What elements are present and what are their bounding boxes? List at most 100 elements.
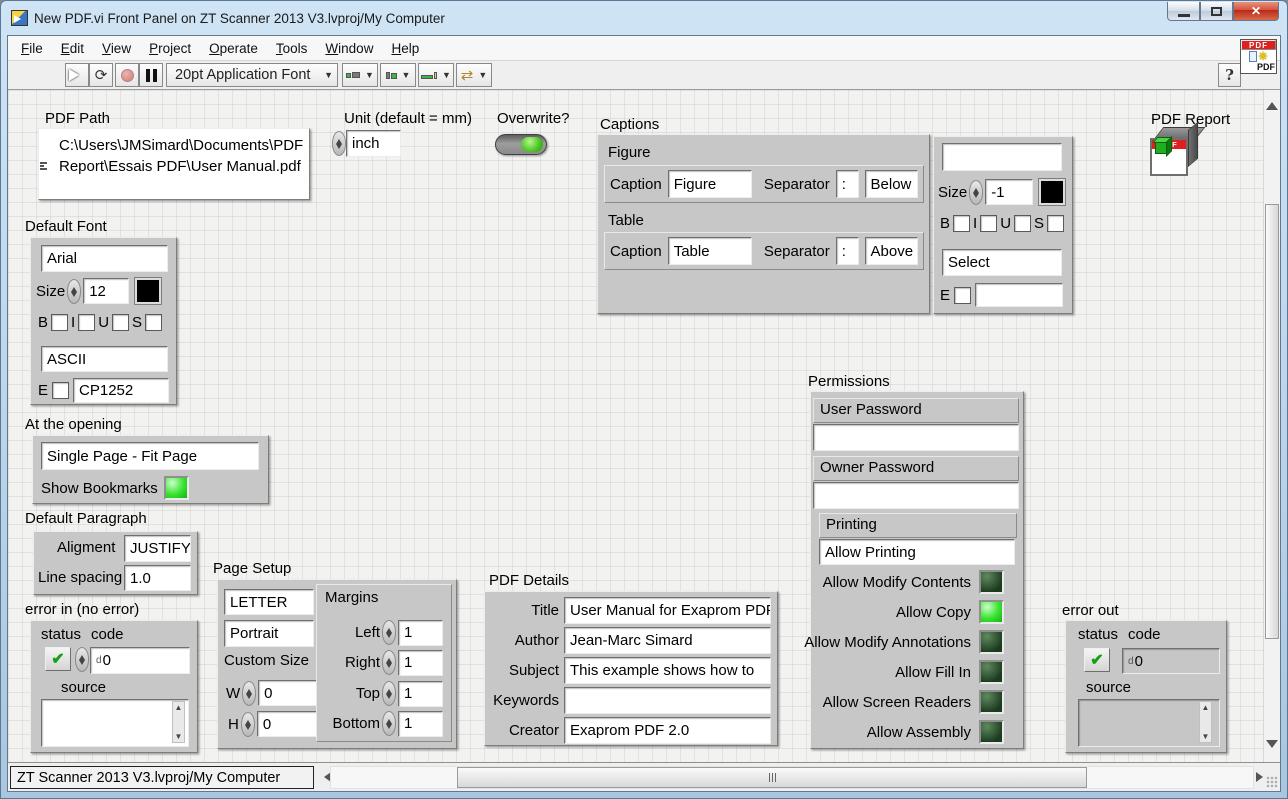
- caption-font-select-dropdown[interactable]: Select: [942, 249, 1062, 276]
- resize-grip[interactable]: [1266, 776, 1278, 788]
- caption-font-size-spinner[interactable]: [969, 180, 983, 205]
- vertical-scrollbar[interactable]: [1263, 90, 1280, 762]
- minimize-button[interactable]: [1167, 2, 1200, 21]
- close-button[interactable]: ✕: [1233, 2, 1279, 21]
- margin-bottom-spinner[interactable]: [382, 711, 396, 736]
- underline-checkbox[interactable]: [112, 314, 129, 331]
- font-selector[interactable]: 20pt Application Font ▼: [166, 63, 338, 87]
- distribute-objects-button[interactable]: ▼: [380, 63, 416, 87]
- resize-objects-button[interactable]: ▼: [418, 63, 454, 87]
- scroll-up-icon[interactable]: ▲: [175, 703, 183, 712]
- default-font-charset-dropdown[interactable]: ASCII: [41, 346, 168, 372]
- figure-caption-input[interactable]: Figure: [668, 170, 752, 198]
- alignment-input[interactable]: JUSTIFY: [124, 535, 191, 562]
- menu-help[interactable]: Help: [382, 37, 428, 60]
- vertical-scrollbar-thumb[interactable]: [1265, 204, 1279, 639]
- menu-view[interactable]: View: [93, 37, 140, 60]
- encoding-input[interactable]: CP1252: [73, 378, 169, 403]
- allow-modify-contents-led[interactable]: [979, 570, 1004, 594]
- horizontal-scrollbar-thumb[interactable]: [457, 767, 1087, 788]
- bold-checkbox[interactable]: [51, 314, 68, 331]
- margin-top-input[interactable]: 1: [398, 681, 443, 707]
- margin-left-input[interactable]: 1: [398, 620, 443, 646]
- menu-edit[interactable]: Edit: [52, 37, 93, 60]
- execution-target-selector[interactable]: ZT Scanner 2013 V3.lvproj/My Computer: [10, 766, 314, 789]
- height-input[interactable]: 0: [257, 711, 317, 737]
- default-font-color-box[interactable]: [135, 278, 161, 304]
- default-font-size-spinner[interactable]: [67, 279, 81, 304]
- scroll-down-icon[interactable]: [1266, 740, 1278, 754]
- scroll-down-icon[interactable]: ▼: [1202, 732, 1210, 741]
- allow-modify-annotations-led[interactable]: [979, 630, 1004, 654]
- pause-button[interactable]: [139, 63, 163, 87]
- source-input[interactable]: [41, 699, 189, 747]
- menu-tools[interactable]: Tools: [267, 37, 317, 60]
- width-spinner[interactable]: [242, 681, 256, 706]
- menu-file[interactable]: File: [12, 37, 52, 60]
- allow-assembly-led[interactable]: [979, 720, 1004, 744]
- encoding-checkbox[interactable]: [52, 382, 69, 399]
- path-browse-icon[interactable]: [40, 161, 49, 171]
- margin-top-spinner[interactable]: [382, 681, 396, 706]
- default-font-name-input[interactable]: Arial: [41, 245, 168, 272]
- source-scrollbar[interactable]: ▲▼: [172, 701, 185, 743]
- margin-bottom-input[interactable]: 1: [398, 711, 443, 737]
- caption-encoding-input[interactable]: [975, 283, 1063, 307]
- overwrite-switch[interactable]: [495, 134, 547, 155]
- caption-font-name-input[interactable]: [942, 143, 1062, 171]
- menu-operate[interactable]: Operate: [200, 37, 267, 60]
- author-input[interactable]: Jean-Marc Simard: [564, 627, 771, 654]
- margin-right-spinner[interactable]: [382, 650, 396, 675]
- unit-value[interactable]: inch: [346, 130, 401, 157]
- unit-spinner[interactable]: [332, 131, 346, 156]
- run-button[interactable]: [65, 63, 89, 87]
- figure-separator-input[interactable]: :: [836, 170, 859, 198]
- menu-project[interactable]: Project: [140, 37, 200, 60]
- underline-checkbox[interactable]: [1014, 215, 1031, 232]
- creator-input[interactable]: Exaprom PDF 2.0: [564, 717, 771, 744]
- caption-encoding-checkbox[interactable]: [954, 287, 971, 304]
- default-font-size-input[interactable]: 12: [83, 278, 129, 304]
- line-spacing-input[interactable]: 1.0: [124, 565, 191, 591]
- height-spinner[interactable]: [241, 712, 255, 737]
- maximize-button[interactable]: [1200, 2, 1233, 21]
- opening-view-dropdown[interactable]: Single Page - Fit Page: [41, 442, 259, 470]
- code-input[interactable]: d0: [90, 647, 190, 674]
- vi-icon[interactable]: PDF ✳ PDF: [1240, 39, 1277, 74]
- user-password-input[interactable]: [813, 424, 1019, 451]
- table-position-dropdown[interactable]: Above: [865, 237, 918, 265]
- orientation-dropdown[interactable]: Portrait: [224, 620, 314, 647]
- reorder-button[interactable]: ⇄▼: [456, 63, 492, 87]
- subject-input[interactable]: This example shows how to: [564, 657, 771, 684]
- code-spinner[interactable]: [75, 647, 89, 672]
- status-indicator[interactable]: ✔: [45, 647, 71, 671]
- align-objects-button[interactable]: ▼: [342, 63, 378, 87]
- pdf-path-value[interactable]: C:\Users\JMSimard\Documents\PDF Report\E…: [51, 129, 309, 199]
- width-input[interactable]: 0: [258, 680, 318, 706]
- keywords-input[interactable]: [564, 687, 771, 714]
- strike-checkbox[interactable]: [145, 314, 162, 331]
- margin-left-spinner[interactable]: [382, 620, 396, 645]
- menu-window[interactable]: Window: [316, 37, 382, 60]
- allow-screen-readers-led[interactable]: [979, 690, 1004, 714]
- show-bookmarks-led[interactable]: [164, 476, 189, 500]
- owner-password-input[interactable]: [813, 482, 1019, 509]
- abort-button[interactable]: [115, 63, 139, 87]
- run-continuously-button[interactable]: ⟳: [89, 63, 113, 87]
- italic-checkbox[interactable]: [78, 314, 95, 331]
- margin-right-input[interactable]: 1: [398, 650, 443, 676]
- scroll-up-icon[interactable]: ▲: [1202, 703, 1210, 712]
- figure-position-dropdown[interactable]: Below: [865, 170, 918, 198]
- source-scrollbar[interactable]: ▲▼: [1199, 701, 1212, 743]
- pdf-report-icon[interactable]: PDF: [1150, 127, 1198, 177]
- strike-checkbox[interactable]: [1047, 215, 1064, 232]
- table-separator-input[interactable]: :: [836, 237, 859, 265]
- allow-copy-led[interactable]: [979, 600, 1004, 624]
- horizontal-scrollbar[interactable]: [330, 766, 1254, 789]
- paper-size-dropdown[interactable]: LETTER: [224, 589, 314, 615]
- scroll-down-icon[interactable]: ▼: [175, 732, 183, 741]
- help-button[interactable]: ?: [1218, 63, 1241, 87]
- caption-font-size-input[interactable]: -1: [985, 179, 1033, 205]
- italic-checkbox[interactable]: [980, 215, 997, 232]
- printing-dropdown[interactable]: Allow Printing: [819, 539, 1015, 565]
